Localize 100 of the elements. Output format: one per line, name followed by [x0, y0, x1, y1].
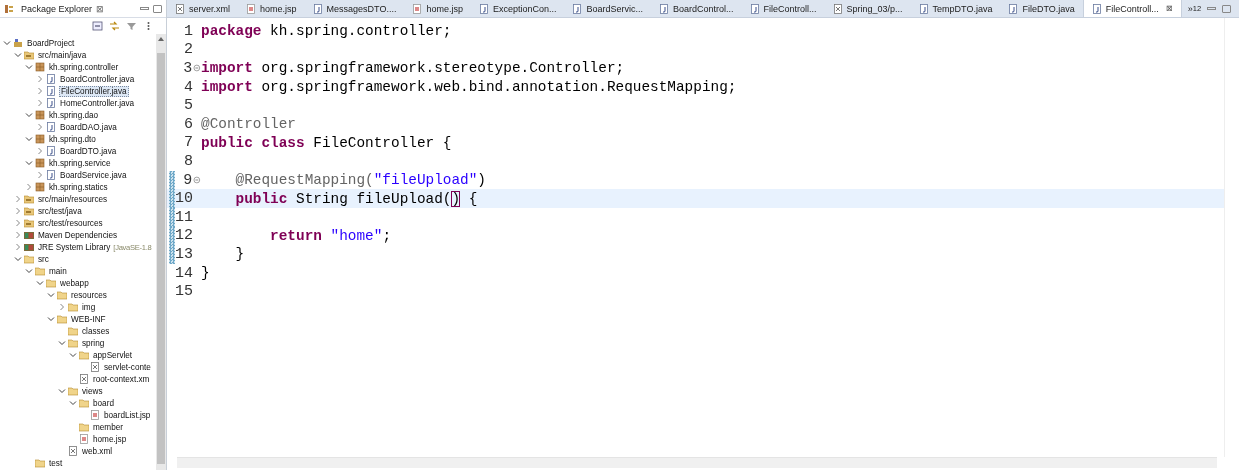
tree-item[interactable]: home.jsp [92, 434, 128, 444]
tree-item[interactable]: JRE System Library [37, 242, 112, 252]
collapse-all-icon[interactable] [92, 21, 103, 31]
scrollbar[interactable] [156, 34, 166, 470]
collapse-chevron-icon[interactable] [25, 111, 33, 119]
collapse-chevron-icon[interactable] [58, 339, 66, 347]
expand-chevron-icon[interactable] [36, 87, 44, 95]
editor-tab[interactable]: FileControll... [741, 0, 825, 17]
tree-item[interactable]: BoardController.java [59, 74, 136, 84]
editor-tab[interactable]: Spring_03/p... [824, 0, 911, 17]
editor-tab[interactable]: ExceptionCon... [470, 0, 565, 17]
collapse-chevron-icon[interactable] [25, 63, 33, 71]
tree-item[interactable]: BoardService.java [59, 170, 128, 180]
expand-chevron-icon[interactable] [14, 243, 22, 251]
editor-tab[interactable]: home.jsp [238, 0, 305, 17]
expand-chevron-icon[interactable] [36, 123, 44, 131]
expand-chevron-icon[interactable] [36, 75, 44, 83]
tree-item[interactable]: kh.spring.dto [48, 134, 97, 144]
collapse-chevron-icon[interactable] [25, 135, 33, 143]
collapse-chevron-icon[interactable] [36, 279, 44, 287]
line-number: 2 [183, 41, 193, 59]
expand-chevron-icon[interactable] [14, 207, 22, 215]
collapse-chevron-icon[interactable] [14, 255, 22, 263]
tree-item[interactable]: src/test/java [37, 206, 83, 216]
tree-item[interactable]: kh.spring.controller [48, 62, 120, 72]
collapse-chevron-icon[interactable] [47, 315, 55, 323]
fold-toggle-icon[interactable] [193, 176, 201, 185]
editor-tab[interactable]: FileDTO.java [1000, 0, 1083, 17]
tree-item[interactable]: member [92, 422, 125, 432]
expand-chevron-icon[interactable] [14, 219, 22, 227]
editor-tab[interactable]: home.jsp [404, 0, 471, 17]
collapse-chevron-icon[interactable] [3, 39, 11, 47]
code-line: } [201, 265, 210, 281]
editor-tab[interactable]: BoardServic... [564, 0, 651, 17]
editor-tab[interactable]: BoardControl... [651, 0, 742, 17]
tree-item[interactable]: spring [81, 338, 106, 348]
tree-item[interactable]: WEB-INF [70, 314, 107, 324]
tree-item[interactable]: test [48, 458, 64, 468]
tree-item[interactable]: BoardDAO.java [59, 122, 118, 132]
source-folder-icon [24, 194, 34, 204]
collapse-chevron-icon[interactable] [58, 387, 66, 395]
expand-chevron-icon[interactable] [36, 99, 44, 107]
scrollbar[interactable] [177, 457, 1217, 468]
fold-toggle-icon[interactable] [193, 64, 201, 73]
expand-chevron-icon[interactable] [58, 303, 66, 311]
scroll-up-icon[interactable] [158, 37, 164, 41]
code-line: } [234, 246, 245, 263]
tree-item[interactable]: src [37, 254, 50, 264]
tree-item[interactable]: src/test/resources [37, 218, 104, 228]
collapse-chevron-icon[interactable] [25, 159, 33, 167]
tree-item[interactable]: webapp [59, 278, 90, 288]
tree-item[interactable]: web.xml [81, 446, 114, 456]
tree-item[interactable]: FileController.java [59, 85, 129, 97]
maximize-button[interactable] [1222, 4, 1232, 13]
tree-item[interactable]: img [81, 302, 97, 312]
collapse-chevron-icon[interactable] [69, 399, 77, 407]
close-button[interactable]: ⊠ [96, 3, 105, 14]
tree-item[interactable]: Maven Dependencies [37, 230, 119, 240]
maximize-button[interactable] [153, 4, 162, 13]
tree-item[interactable]: board [92, 398, 115, 408]
java-file-icon [46, 74, 56, 84]
tree-item[interactable]: src/main/java [37, 50, 88, 60]
editor-tab[interactable]: server.xml [167, 0, 238, 17]
source-folder-icon [24, 206, 34, 216]
editor-tab[interactable]: TempDTO.java [910, 0, 1001, 17]
tree-item[interactable]: BoardProject [26, 38, 76, 48]
tree-item[interactable]: root-context.xm [92, 374, 151, 384]
source-folder-icon [24, 50, 34, 60]
tree-item[interactable]: resources [70, 290, 108, 300]
tree-item[interactable]: kh.spring.dao [48, 110, 100, 120]
editor-tab[interactable]: MessagesDTO.... [304, 0, 405, 17]
line-number: 4 [183, 78, 193, 96]
close-tab-button[interactable]: ⊠ [1165, 4, 1173, 13]
tree-item[interactable]: kh.spring.service [48, 158, 112, 168]
tree-item[interactable]: main [48, 266, 68, 276]
expand-chevron-icon[interactable] [14, 231, 22, 239]
tree-item[interactable]: BoardDTO.java [59, 146, 118, 156]
collapse-chevron-icon[interactable] [47, 291, 55, 299]
xml-file-icon [832, 3, 843, 14]
expand-chevron-icon[interactable] [14, 195, 22, 203]
collapse-chevron-icon[interactable] [25, 267, 33, 275]
tree-item[interactable]: boardList.jsp [103, 410, 152, 420]
collapse-chevron-icon[interactable] [14, 51, 22, 59]
minimize-button[interactable] [140, 7, 149, 10]
tree-item[interactable]: servlet-conte [103, 362, 152, 372]
minimize-button[interactable] [1207, 7, 1217, 10]
tree-item[interactable]: appServlet [92, 350, 134, 360]
collapse-chevron-icon[interactable] [69, 351, 77, 359]
tree-item[interactable]: kh.spring.statics [48, 182, 109, 192]
java-file-icon [918, 3, 929, 14]
tree-item[interactable]: HomeController.java [59, 98, 136, 108]
tree-item[interactable]: src/main/resources [37, 194, 109, 204]
expand-chevron-icon[interactable] [36, 147, 44, 155]
expand-chevron-icon[interactable] [36, 171, 44, 179]
tree-item[interactable]: views [81, 386, 104, 396]
filter-icon[interactable] [126, 21, 137, 31]
editor-tab[interactable]: FileControll... ⊠ [1082, 0, 1182, 17]
link-editor-icon[interactable] [109, 21, 120, 31]
expand-chevron-icon[interactable] [25, 183, 33, 191]
tree-item[interactable]: classes [81, 326, 111, 336]
